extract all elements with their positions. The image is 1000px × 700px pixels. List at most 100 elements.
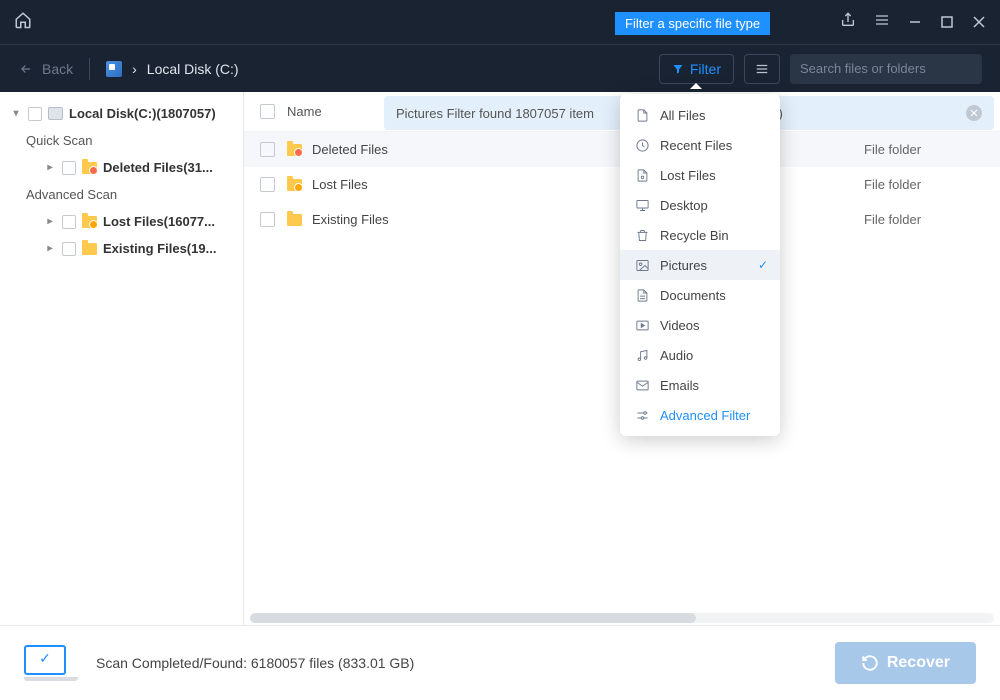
search-box[interactable] xyxy=(790,54,982,84)
recover-button[interactable]: Recover xyxy=(835,642,976,684)
filter-tooltip: Filter a specific file type xyxy=(615,12,770,35)
checkbox[interactable] xyxy=(62,242,76,256)
picture-icon xyxy=(634,257,650,273)
dd-item-label: All Files xyxy=(660,108,706,123)
scan-complete-icon xyxy=(24,645,78,681)
dd-item-label: Emails xyxy=(660,378,699,393)
tree-section-advanced: Advanced Scan xyxy=(0,181,243,208)
file-icon xyxy=(634,107,650,123)
checkbox[interactable] xyxy=(28,107,42,121)
dd-item-documents[interactable]: Documents xyxy=(620,280,780,310)
dd-item-label: Audio xyxy=(660,348,693,363)
row-type: File folder xyxy=(864,212,984,227)
dd-item-desktop[interactable]: Desktop xyxy=(620,190,780,220)
folder-deleted-icon xyxy=(82,162,97,174)
breadcrumb[interactable]: › Local Disk (C:) xyxy=(106,61,238,77)
tree-root-label: Local Disk(C:)(1807057) xyxy=(69,106,216,121)
dd-advanced-filter[interactable]: Advanced Filter xyxy=(620,400,780,430)
search-input[interactable] xyxy=(800,61,976,76)
back-label: Back xyxy=(42,61,73,77)
titlebar-left xyxy=(14,11,32,34)
bin-icon xyxy=(634,227,650,243)
back-button[interactable]: Back xyxy=(18,61,73,77)
minimize-icon[interactable] xyxy=(908,15,922,29)
folder-icon xyxy=(82,243,97,255)
dd-item-lost-files[interactable]: Lost Files xyxy=(620,160,780,190)
view-list-button[interactable] xyxy=(744,54,780,84)
close-icon[interactable] xyxy=(972,15,986,29)
checkbox[interactable] xyxy=(260,212,275,227)
chevron-right-icon[interactable]: ▸ xyxy=(44,216,56,227)
dd-item-recent-files[interactable]: Recent Files xyxy=(620,130,780,160)
dd-item-label: Documents xyxy=(660,288,726,303)
row-type: File folder xyxy=(864,142,984,157)
dd-item-label: Recent Files xyxy=(660,138,732,153)
banner-close-icon[interactable]: ✕ xyxy=(966,105,982,121)
dd-item-videos[interactable]: Videos xyxy=(620,310,780,340)
dd-advanced-label: Advanced Filter xyxy=(660,408,750,423)
nav-separator xyxy=(89,58,90,80)
filter-dropdown: All Files Recent Files Lost Files Desktop Re… xyxy=(620,94,780,436)
drive-icon xyxy=(106,61,122,77)
banner-text: Pictures Filter found 1807057 item xyxy=(396,106,594,121)
dd-item-label: Lost Files xyxy=(660,168,716,183)
checkbox[interactable] xyxy=(62,215,76,229)
video-icon xyxy=(634,317,650,333)
tree-lost[interactable]: ▸ Lost Files(16077... xyxy=(0,208,243,235)
checkbox[interactable] xyxy=(260,142,275,157)
titlebar xyxy=(0,0,1000,44)
dd-item-label: Recycle Bin xyxy=(660,228,729,243)
window-controls xyxy=(840,12,986,33)
audio-icon xyxy=(634,347,650,363)
dd-item-label: Pictures xyxy=(660,258,707,273)
breadcrumb-location: Local Disk (C:) xyxy=(147,61,239,77)
sidebar: ▾ Local Disk(C:)(1807057) Quick Scan ▸ D… xyxy=(0,92,244,625)
checkbox[interactable] xyxy=(260,177,275,192)
lost-icon xyxy=(634,167,650,183)
row-label: Existing Files xyxy=(312,212,389,227)
email-icon xyxy=(634,377,650,393)
checkbox[interactable] xyxy=(260,104,275,119)
dd-item-emails[interactable]: Emails xyxy=(620,370,780,400)
row-label: Lost Files xyxy=(312,177,368,192)
share-icon[interactable] xyxy=(840,12,856,33)
dd-item-recycle-bin[interactable]: Recycle Bin xyxy=(620,220,780,250)
footer: Scan Completed/Found: 6180057 files (833… xyxy=(0,625,1000,700)
dd-item-all-files[interactable]: All Files xyxy=(620,100,780,130)
row-type: File folder xyxy=(864,177,984,192)
chevron-right-icon[interactable]: ▸ xyxy=(44,243,56,254)
home-icon[interactable] xyxy=(14,11,32,34)
tree-deleted-label: Deleted Files(31... xyxy=(103,160,213,175)
chevron-down-icon[interactable]: ▾ xyxy=(10,108,22,119)
row-label: Deleted Files xyxy=(312,142,388,157)
checkbox[interactable] xyxy=(62,161,76,175)
dd-item-pictures[interactable]: Pictures xyxy=(620,250,780,280)
dd-item-audio[interactable]: Audio xyxy=(620,340,780,370)
folder-icon xyxy=(287,144,302,156)
tree-section-quick: Quick Scan xyxy=(0,127,243,154)
maximize-icon[interactable] xyxy=(940,15,954,29)
dd-item-label: Desktop xyxy=(660,198,708,213)
filter-button[interactable]: Filter xyxy=(659,54,734,84)
recover-label: Recover xyxy=(887,654,950,672)
tree-root[interactable]: ▾ Local Disk(C:)(1807057) xyxy=(0,100,243,127)
folder-icon xyxy=(287,214,302,226)
chevron-right-icon[interactable]: ▸ xyxy=(44,162,56,173)
folder-icon xyxy=(287,179,302,191)
footer-status: Scan Completed/Found: 6180057 files (833… xyxy=(96,655,414,671)
navbar: Back › Local Disk (C:) Filter xyxy=(0,44,1000,92)
disk-icon xyxy=(48,107,63,120)
tree-lost-label: Lost Files(16077... xyxy=(103,214,215,229)
tree-deleted[interactable]: ▸ Deleted Files(31... xyxy=(0,154,243,181)
doc-icon xyxy=(634,287,650,303)
tree-existing-label: Existing Files(19... xyxy=(103,241,216,256)
clock-icon xyxy=(634,137,650,153)
breadcrumb-sep: › xyxy=(132,61,137,77)
tree-existing[interactable]: ▸ Existing Files(19... xyxy=(0,235,243,262)
column-name[interactable]: Name xyxy=(287,104,322,119)
sliders-icon xyxy=(634,407,650,423)
dd-item-label: Videos xyxy=(660,318,700,333)
horizontal-scrollbar[interactable] xyxy=(250,613,994,623)
desktop-icon xyxy=(634,197,650,213)
menu-icon[interactable] xyxy=(874,12,890,33)
